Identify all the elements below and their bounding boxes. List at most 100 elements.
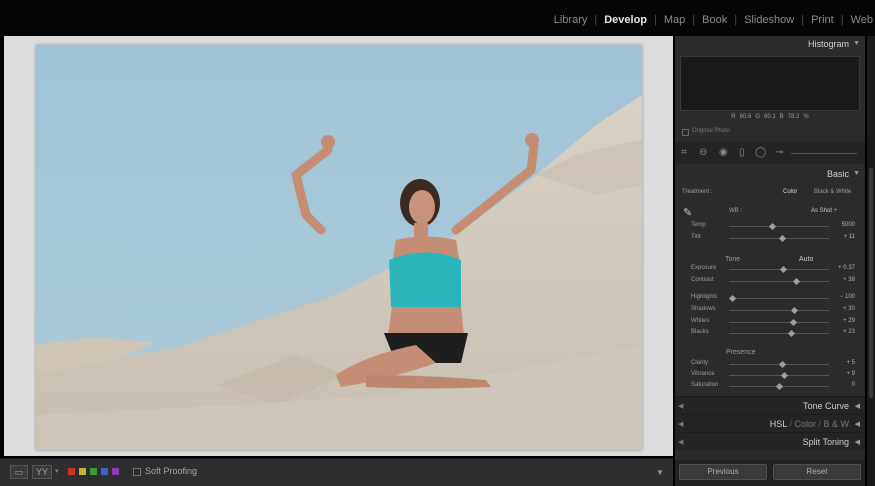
slider-label: Clarity — [691, 360, 709, 366]
slider-thumb[interactable] — [792, 277, 801, 286]
image-canvas[interactable] — [4, 36, 673, 456]
label-blue-swatch[interactable] — [101, 468, 108, 475]
green-label: G — [755, 114, 760, 120]
hsl-tab[interactable]: HSL — [770, 419, 787, 429]
slider-thumb[interactable] — [787, 329, 796, 338]
color-tab[interactable]: Color — [794, 419, 816, 429]
slider-thumb[interactable] — [728, 294, 737, 303]
loupe-view-button[interactable]: ▭ — [10, 465, 28, 479]
panel-switch-icon[interactable]: ◀ — [678, 402, 683, 410]
slider-track[interactable] — [729, 322, 829, 323]
module-book[interactable]: Book — [695, 14, 734, 26]
slider-thumb[interactable] — [768, 222, 777, 231]
treatment-color-option[interactable]: Color — [783, 189, 797, 195]
slider-thumb[interactable] — [779, 265, 788, 274]
slider-track[interactable] — [729, 281, 829, 282]
module-slideshow[interactable]: Slideshow — [737, 14, 801, 26]
slider-value[interactable]: + 11 — [827, 234, 855, 240]
label-purple-swatch[interactable] — [112, 468, 119, 475]
expand-triangle-icon[interactable]: ◀ — [855, 402, 860, 410]
expand-triangle-icon[interactable]: ◀ — [855, 438, 860, 446]
red-label: R — [731, 114, 736, 120]
scrollbar-thumb[interactable] — [869, 168, 873, 398]
graduated-filter-icon[interactable]: ▯ — [739, 148, 745, 158]
slider-track[interactable] — [729, 310, 829, 311]
label-yellow-swatch[interactable] — [79, 468, 86, 475]
tool-strip-slider-track[interactable] — [791, 153, 857, 154]
slider-label: Saturation — [691, 382, 719, 388]
expand-triangle-icon[interactable]: ◀ — [855, 420, 860, 428]
treatment-bw-option[interactable]: Black & White — [814, 189, 851, 195]
slider-thumb[interactable] — [775, 382, 784, 391]
module-library[interactable]: Library — [547, 14, 595, 26]
reset-button[interactable]: Reset — [773, 464, 861, 480]
slider-thumb[interactable] — [790, 306, 799, 315]
panel-switch-icon[interactable]: ◀ — [678, 420, 683, 428]
slider-value[interactable]: + 23 — [827, 329, 855, 335]
basic-title: Basic — [826, 169, 849, 179]
histogram-header[interactable]: Histogram ▼ — [675, 36, 865, 54]
original-photo-checkbox[interactable] — [682, 129, 689, 136]
soft-proofing-checkbox[interactable] — [133, 468, 141, 476]
label-green-swatch[interactable] — [90, 468, 97, 475]
slider-value[interactable]: + 0.37 — [827, 265, 855, 271]
before-after-chevron-icon[interactable]: ▾ — [55, 467, 59, 475]
slider-value[interactable]: + 38 — [827, 277, 855, 283]
split-toning-panel-header[interactable]: ◀ Split Toning ◀ — [675, 432, 865, 450]
slider-value[interactable]: + 9 — [827, 371, 855, 377]
slider-label: Tint — [691, 234, 701, 240]
slider-track[interactable] — [729, 226, 829, 227]
white-balance-eyedropper-icon[interactable]: ✎ — [683, 208, 692, 219]
toolbar-menu-chevron-icon[interactable]: ▼ — [656, 468, 664, 477]
slider-track[interactable] — [729, 298, 829, 299]
module-map[interactable]: Map — [657, 14, 692, 26]
adjustment-brush-icon[interactable]: ⊸ — [775, 148, 783, 158]
basic-header[interactable]: Basic ▼ — [675, 166, 865, 184]
percent-sign: % — [803, 114, 809, 120]
tone-section-label: Tone — [725, 256, 741, 263]
blue-value: 78.2 — [787, 114, 800, 120]
auto-tone-button[interactable]: Auto — [799, 256, 813, 263]
slider-value[interactable]: − 100 — [827, 294, 855, 300]
slider-track[interactable] — [729, 375, 829, 376]
label-red-swatch[interactable] — [68, 468, 75, 475]
slider-thumb[interactable] — [778, 234, 787, 243]
previous-button[interactable]: Previous — [679, 464, 767, 480]
panel-bottom-buttons: Previous Reset — [675, 460, 865, 486]
red-eye-icon[interactable]: ◉ — [719, 148, 728, 158]
slider-value[interactable]: + 5 — [827, 360, 855, 366]
panel-switch-icon[interactable]: ◀ — [678, 438, 683, 446]
right-panel: Histogram ▼ R 80.6 G 80.1 B 78.2 % Origi… — [675, 36, 865, 486]
tone-curve-panel-header[interactable]: ◀ Tone Curve ◀ — [675, 396, 865, 414]
slider-value[interactable]: + 29 — [827, 318, 855, 324]
module-print[interactable]: Print — [804, 14, 841, 26]
slider-value[interactable]: 5000 — [827, 222, 855, 228]
blue-label: B — [779, 114, 784, 120]
collapse-triangle-icon[interactable]: ▼ — [853, 40, 860, 47]
slider-thumb[interactable] — [780, 371, 789, 380]
hsl-panel-header[interactable]: ◀ HSL / Color / B & W ◀ — [675, 414, 865, 432]
slider-label: Temp — [691, 222, 706, 228]
module-web[interactable]: Web — [844, 14, 875, 26]
hsl-tab-group: HSL / Color / B & W — [770, 419, 849, 429]
slider-label: Shadows — [691, 306, 716, 312]
bw-tab[interactable]: B & W — [823, 419, 849, 429]
module-develop[interactable]: Develop — [597, 14, 654, 26]
crop-overlay-icon[interactable]: ⌗ — [681, 148, 687, 158]
slider-track[interactable] — [729, 333, 829, 334]
histogram-graph[interactable] — [680, 56, 860, 111]
tone-curve-title: Tone Curve — [802, 401, 849, 411]
collapse-triangle-icon[interactable]: ▼ — [853, 170, 860, 177]
photo-illustration — [36, 45, 642, 450]
slider-thumb[interactable] — [778, 360, 787, 369]
slider-value[interactable]: + 30 — [827, 306, 855, 312]
slider-thumb[interactable] — [789, 318, 798, 327]
wb-preset-dropdown[interactable]: As Shot ÷ — [811, 208, 837, 214]
slider-label: Highlights — [691, 294, 718, 300]
presence-section-label: Presence — [726, 349, 756, 356]
slider-value[interactable]: 0 — [827, 382, 855, 388]
photo-preview[interactable] — [36, 45, 642, 450]
before-after-button[interactable]: YY — [32, 465, 52, 479]
spot-removal-icon[interactable]: ⊖ — [699, 148, 707, 158]
radial-filter-icon[interactable]: ◯ — [755, 148, 766, 158]
